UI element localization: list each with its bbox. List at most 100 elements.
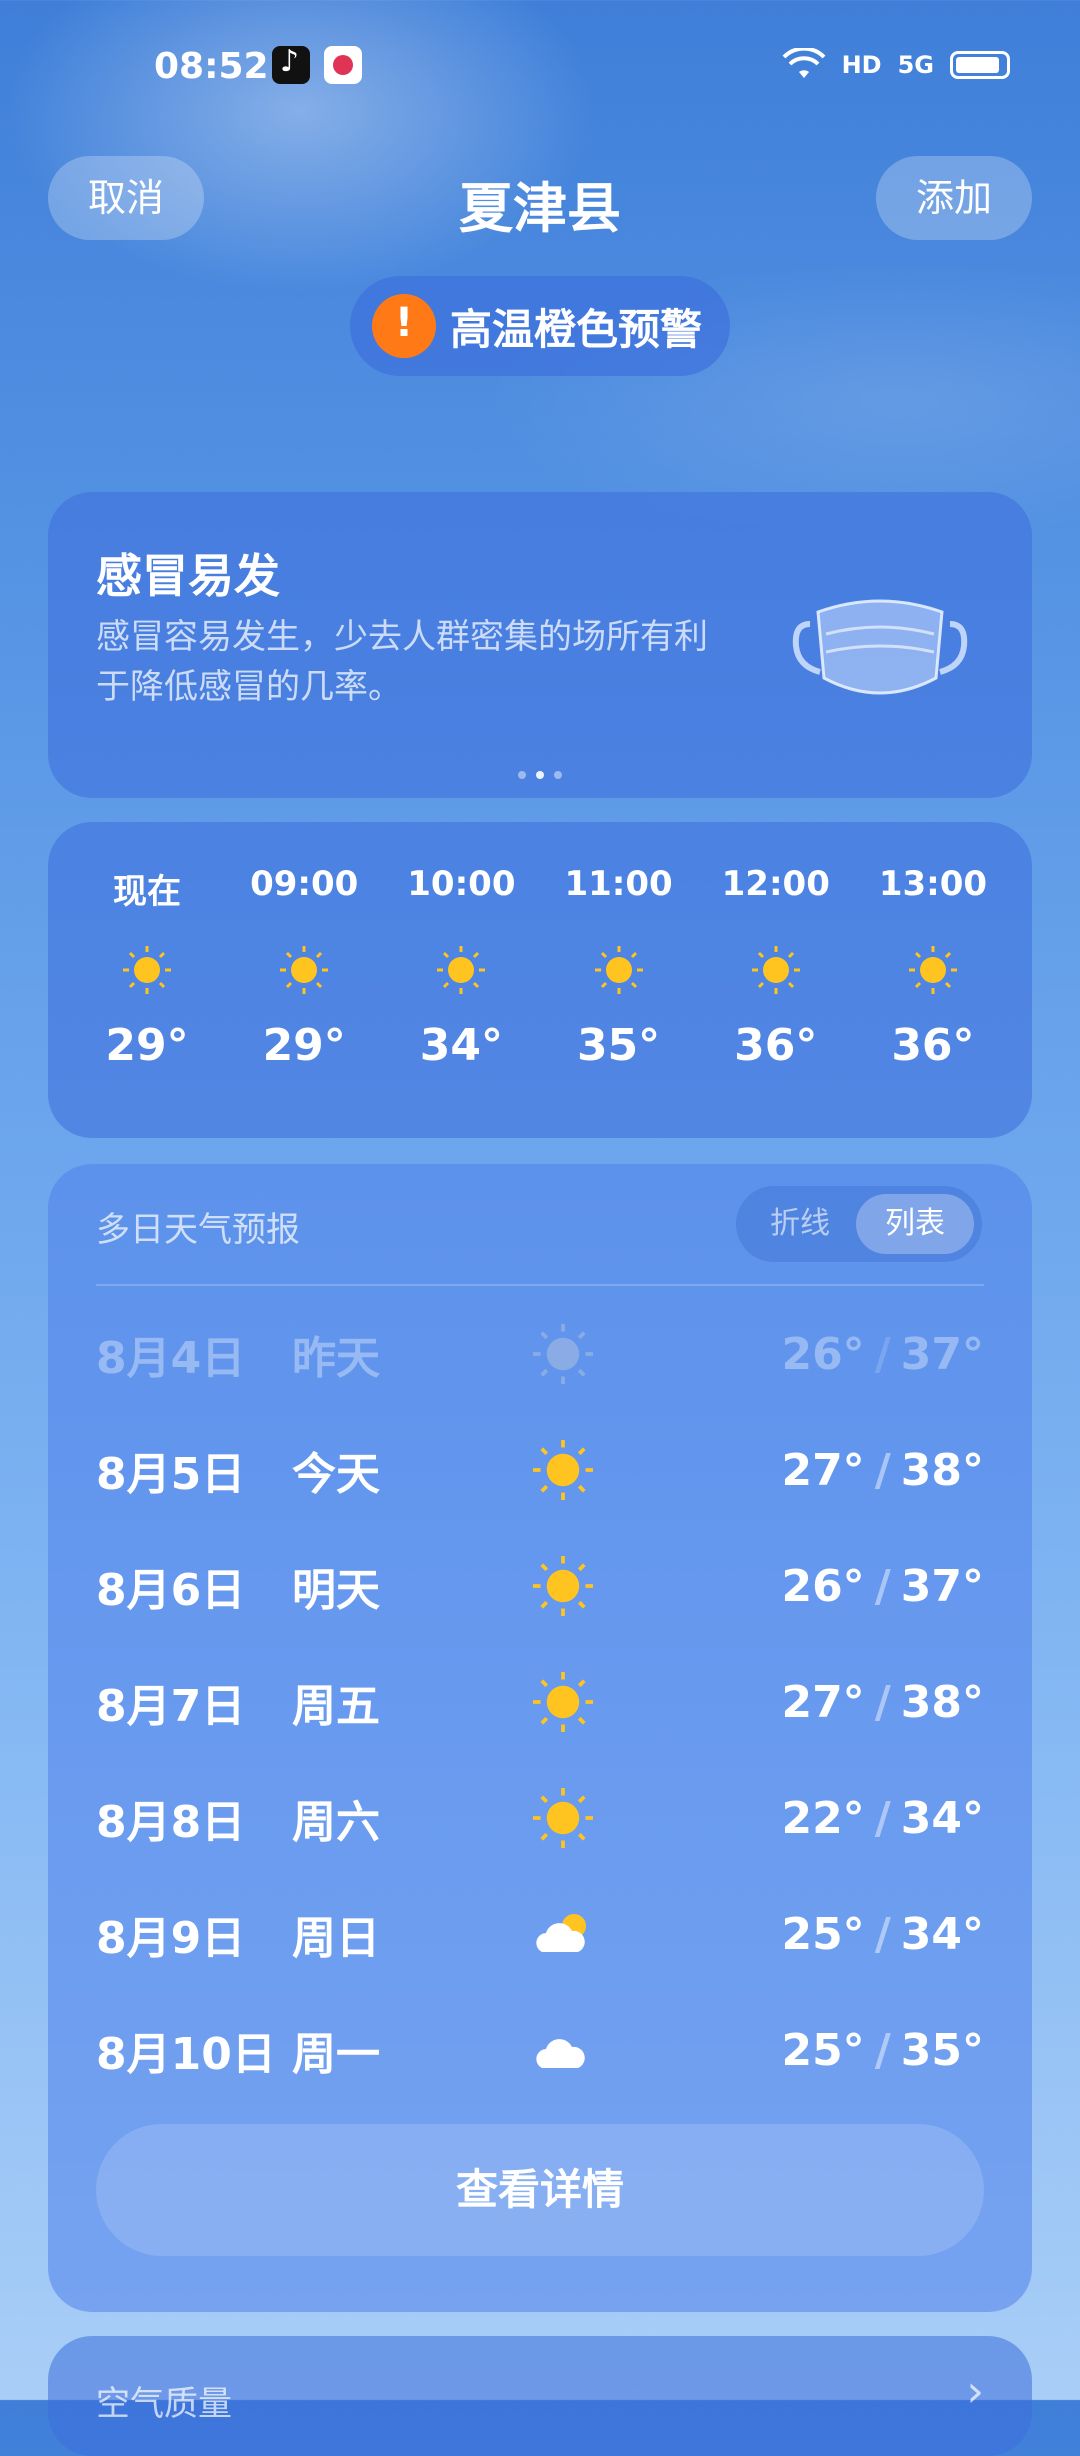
battery-icon	[950, 51, 1010, 79]
view-details-button[interactable]: 查看详情	[96, 2124, 984, 2256]
low-temp: 27°	[781, 1444, 865, 1496]
forecast-row[interactable]: 8月9日 周日 25°/34°	[96, 1884, 984, 1984]
forecast-day: 周日	[292, 1913, 380, 1964]
hour-time: 10:00	[407, 864, 516, 904]
status-icons: HD 5G	[782, 48, 1010, 82]
heat-warning-pill[interactable]: 高温橙色预警	[350, 276, 730, 376]
forecast-temps: 25°/35°	[781, 2025, 984, 2076]
forecast-date: 8月4日	[96, 1333, 246, 1384]
low-temp: 25°	[781, 2024, 865, 2076]
forecast-date: 8月9日	[96, 1913, 246, 1964]
temp-separator: /	[874, 1328, 891, 1380]
cloud-icon	[536, 2039, 585, 2068]
sun-icon	[276, 942, 332, 998]
partly-cloudy-icon	[536, 1914, 586, 1952]
hour-time: 09:00	[250, 864, 359, 904]
temp-separator: /	[874, 1676, 891, 1728]
forecast-day: 周五	[292, 1681, 380, 1732]
high-temp: 34°	[900, 1792, 984, 1844]
forecast-title: 多日天气预报	[96, 1210, 300, 1250]
hour-time: 12:00	[721, 864, 830, 904]
page-indicator	[48, 764, 1032, 783]
forecast-row[interactable]: 8月6日 明天 26°/37°	[96, 1536, 984, 1636]
forecast-temps: 27°/38°	[781, 1445, 984, 1496]
sun-icon	[533, 1440, 593, 1500]
forecast-day: 今天	[292, 1449, 380, 1500]
signal-icon: 5G	[897, 51, 934, 79]
video-app-notification-icon	[324, 46, 362, 84]
temp-separator: /	[874, 2024, 891, 2076]
temp-separator: /	[874, 1444, 891, 1496]
hour-temp: 34°	[419, 1020, 503, 1071]
hour-temp: 29°	[262, 1020, 346, 1071]
forecast-temps: 22°/34°	[781, 1793, 984, 1844]
temp-separator: /	[874, 1792, 891, 1844]
high-temp: 37°	[900, 1560, 984, 1612]
high-temp: 38°	[900, 1676, 984, 1728]
temp-separator: /	[874, 1560, 891, 1612]
forecast-row[interactable]: 8月7日 周五 27°/38°	[96, 1652, 984, 1752]
hourly-forecast-card[interactable]: 现在 29° 09:00 29° 10:00 34° 11:00 35° 12:…	[48, 822, 1032, 1138]
forecast-day: 周六	[292, 1797, 380, 1848]
low-temp: 26°	[781, 1328, 865, 1380]
forecast-day: 明天	[292, 1565, 380, 1616]
forecast-temps: 26°/37°	[781, 1329, 984, 1380]
hour-item: 10:00 34°	[386, 864, 536, 1071]
forecast-date: 8月8日	[96, 1797, 246, 1848]
tip-description: 感冒容易发生，少去人群密集的场所有利于降低感冒的几率。	[96, 617, 708, 707]
hour-item: 12:00 36°	[701, 864, 851, 1071]
hd-icon: HD	[841, 51, 882, 79]
sun-icon	[533, 1324, 593, 1384]
forecast-row[interactable]: 8月5日 今天 27°/38°	[96, 1420, 984, 1520]
hour-item: 现在 29°	[72, 864, 222, 1071]
hour-time: 13:00	[878, 864, 988, 904]
low-temp: 27°	[781, 1676, 865, 1728]
sun-icon	[533, 1556, 593, 1616]
forecast-row[interactable]: 8月10日 周一 25°/35°	[96, 2000, 984, 2100]
forecast-day: 周一	[292, 2029, 380, 2080]
hour-temp: 36°	[891, 1020, 975, 1071]
forecast-date: 8月6日	[96, 1565, 246, 1616]
high-temp: 37°	[900, 1328, 984, 1380]
air-quality-card[interactable]: 空气质量 ›	[48, 2336, 1032, 2456]
forecast-row[interactable]: 8月8日 周六 22°/34°	[96, 1768, 984, 1868]
tip-title: 感冒易发	[96, 549, 280, 603]
forecast-temps: 25°/34°	[781, 1909, 984, 1960]
tiktok-notification-icon	[272, 44, 310, 84]
hourly-list: 现在 29° 09:00 29° 10:00 34° 11:00 35° 12:…	[72, 864, 1008, 1071]
hour-time: 现在	[113, 872, 181, 912]
page-dot-active	[536, 771, 544, 779]
forecast-temps: 26°/37°	[781, 1561, 984, 1612]
status-bar: 08:52 HD 5G	[0, 0, 1080, 140]
high-temp: 38°	[900, 1444, 984, 1496]
hour-temp: 29°	[105, 1020, 189, 1071]
hour-item: 11:00 35°	[544, 864, 694, 1071]
warning-icon	[372, 294, 436, 358]
health-tip-card[interactable]: 感冒易发 感冒容易发生，少去人群密集的场所有利于降低感冒的几率。	[48, 492, 1032, 798]
sun-icon	[533, 1788, 593, 1848]
hour-temp: 35°	[576, 1020, 661, 1071]
temp-separator: /	[874, 1908, 891, 1960]
sun-icon	[748, 942, 804, 998]
forecast-day: 昨天	[292, 1333, 380, 1384]
hour-time: 11:00	[564, 864, 673, 904]
forecast-row[interactable]: 8月4日 昨天 26°/37°	[96, 1304, 984, 1404]
warning-text: 高温橙色预警	[450, 304, 703, 354]
forecast-date: 8月10日	[96, 2029, 276, 2080]
view-toggle: 折线 列表	[736, 1186, 982, 1262]
page-dot	[518, 771, 526, 779]
hour-item: 13:00 36°	[858, 864, 1008, 1071]
toggle-list[interactable]: 列表	[856, 1194, 974, 1254]
mask-icon	[792, 599, 968, 695]
forecast-date: 8月5日	[96, 1449, 246, 1500]
sun-icon	[119, 942, 175, 998]
sun-icon	[433, 942, 489, 998]
add-button[interactable]: 添加	[876, 156, 1032, 240]
status-time: 08:52	[154, 46, 269, 87]
sun-icon	[533, 1672, 593, 1732]
low-temp: 25°	[781, 1908, 865, 1960]
hour-item: 09:00 29°	[229, 864, 379, 1071]
forecast-temps: 27°/38°	[781, 1677, 984, 1728]
sun-icon	[905, 942, 961, 998]
toggle-line-chart[interactable]: 折线	[744, 1194, 856, 1254]
